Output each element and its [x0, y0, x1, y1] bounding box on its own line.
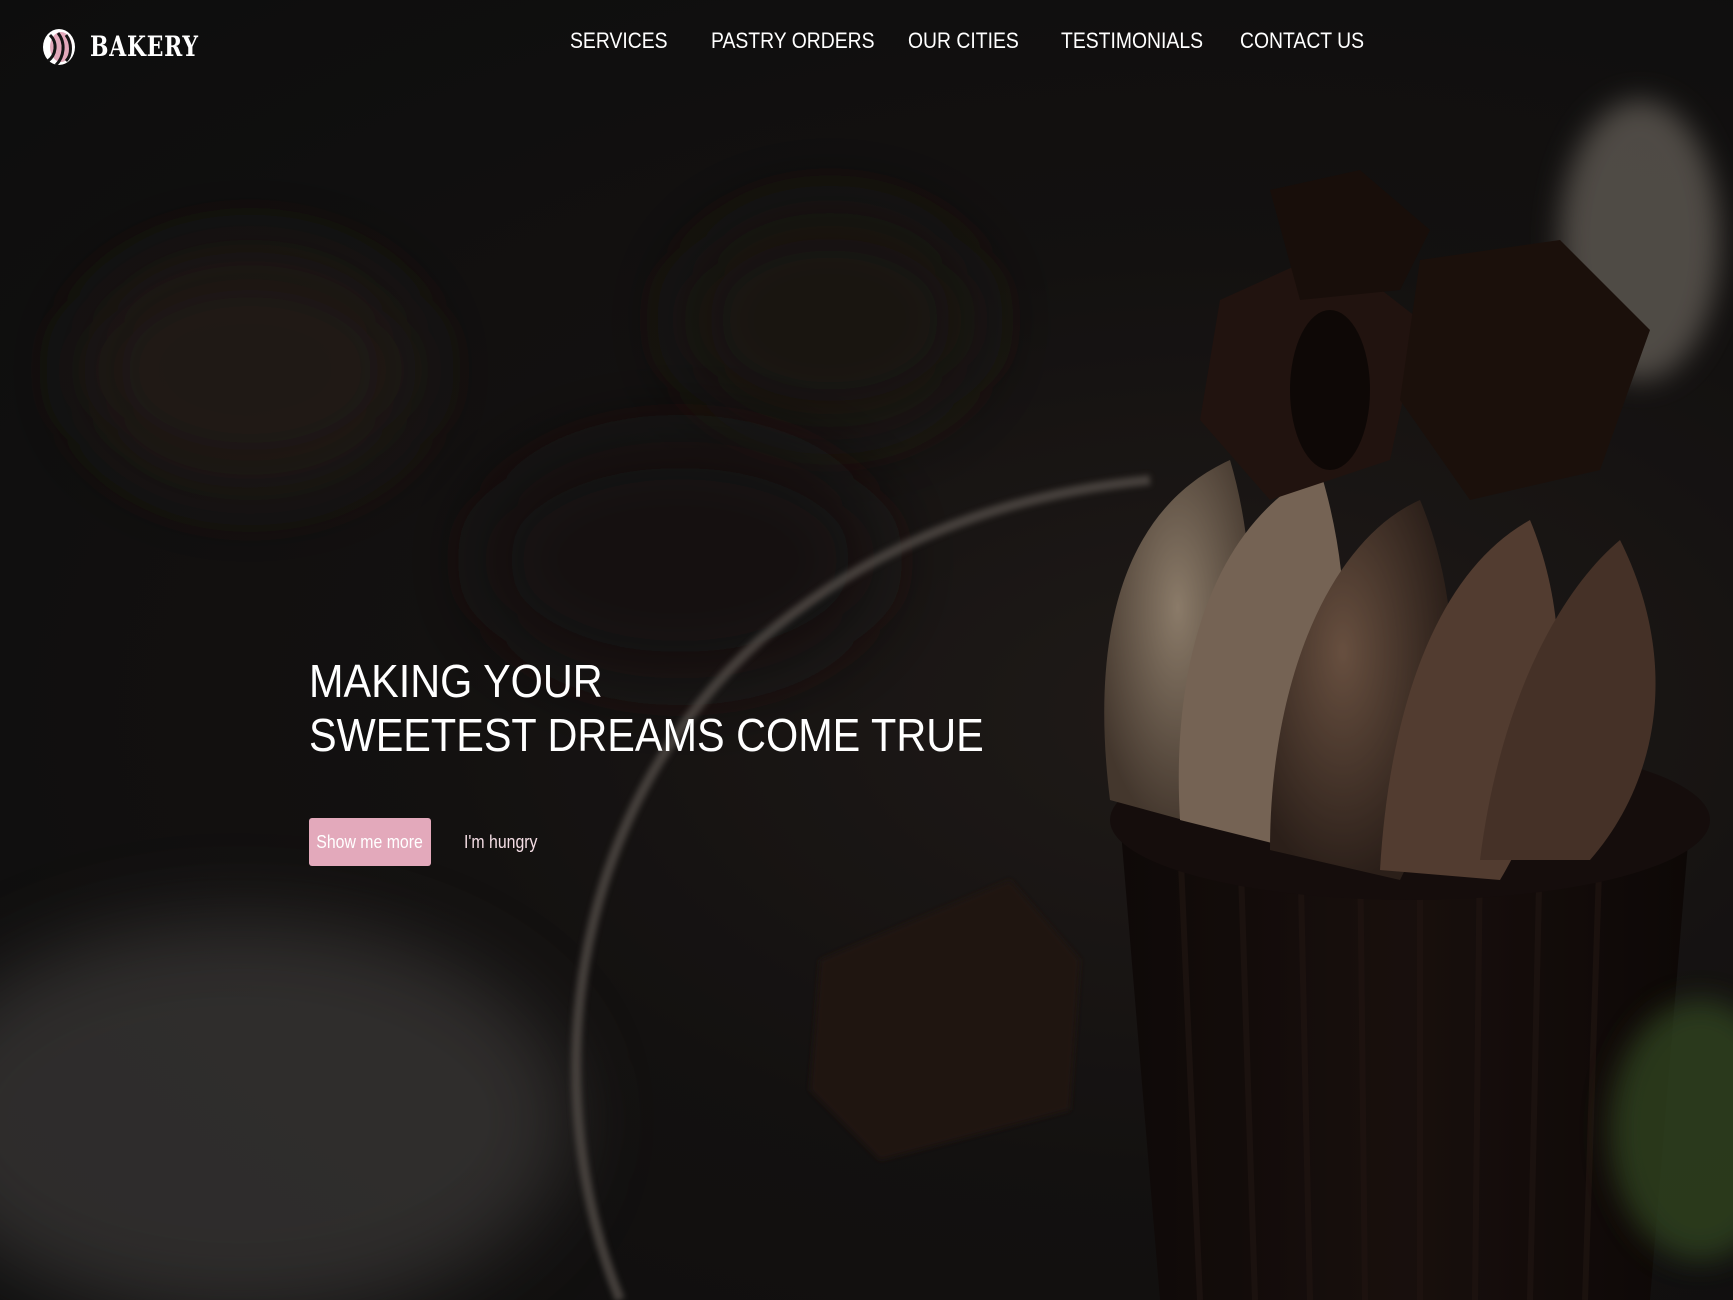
hero-actions: Show me more I'm hungry: [309, 818, 542, 866]
show-me-more-button[interactable]: Show me more: [309, 818, 431, 866]
nav-item-testimonials[interactable]: TESTIMONIALS: [1061, 28, 1203, 54]
page: BAKERY SERVICES PASTRY ORDERS OUR CITIES…: [0, 0, 1733, 1300]
nav-item-contact-us[interactable]: CONTACT US: [1240, 28, 1364, 54]
brand-logo-link[interactable]: BAKERY: [40, 24, 229, 68]
hero-section: MAKING YOUR SWEETEST DREAMS COME TRUE: [309, 654, 1059, 762]
nav-item-pastry-orders[interactable]: PASTRY ORDERS: [711, 28, 875, 54]
hero-title: MAKING YOUR SWEETEST DREAMS COME TRUE: [309, 654, 984, 762]
show-me-more-label: Show me more: [316, 831, 424, 852]
top-navbar: BAKERY SERVICES PASTRY ORDERS OUR CITIES…: [0, 0, 1733, 84]
bread-icon: [40, 25, 78, 67]
im-hungry-label: I'm hungry: [464, 831, 538, 852]
im-hungry-button[interactable]: I'm hungry: [459, 832, 542, 853]
nav-item-our-cities[interactable]: OUR CITIES: [908, 28, 1019, 54]
hero-title-line-1: MAKING YOUR: [309, 655, 603, 707]
hero-background-image: [0, 0, 1733, 1300]
hero-title-line-2: SWEETEST DREAMS COME TRUE: [309, 709, 984, 761]
brand-name: BAKERY: [90, 29, 199, 63]
nav-item-services[interactable]: SERVICES: [570, 28, 668, 54]
